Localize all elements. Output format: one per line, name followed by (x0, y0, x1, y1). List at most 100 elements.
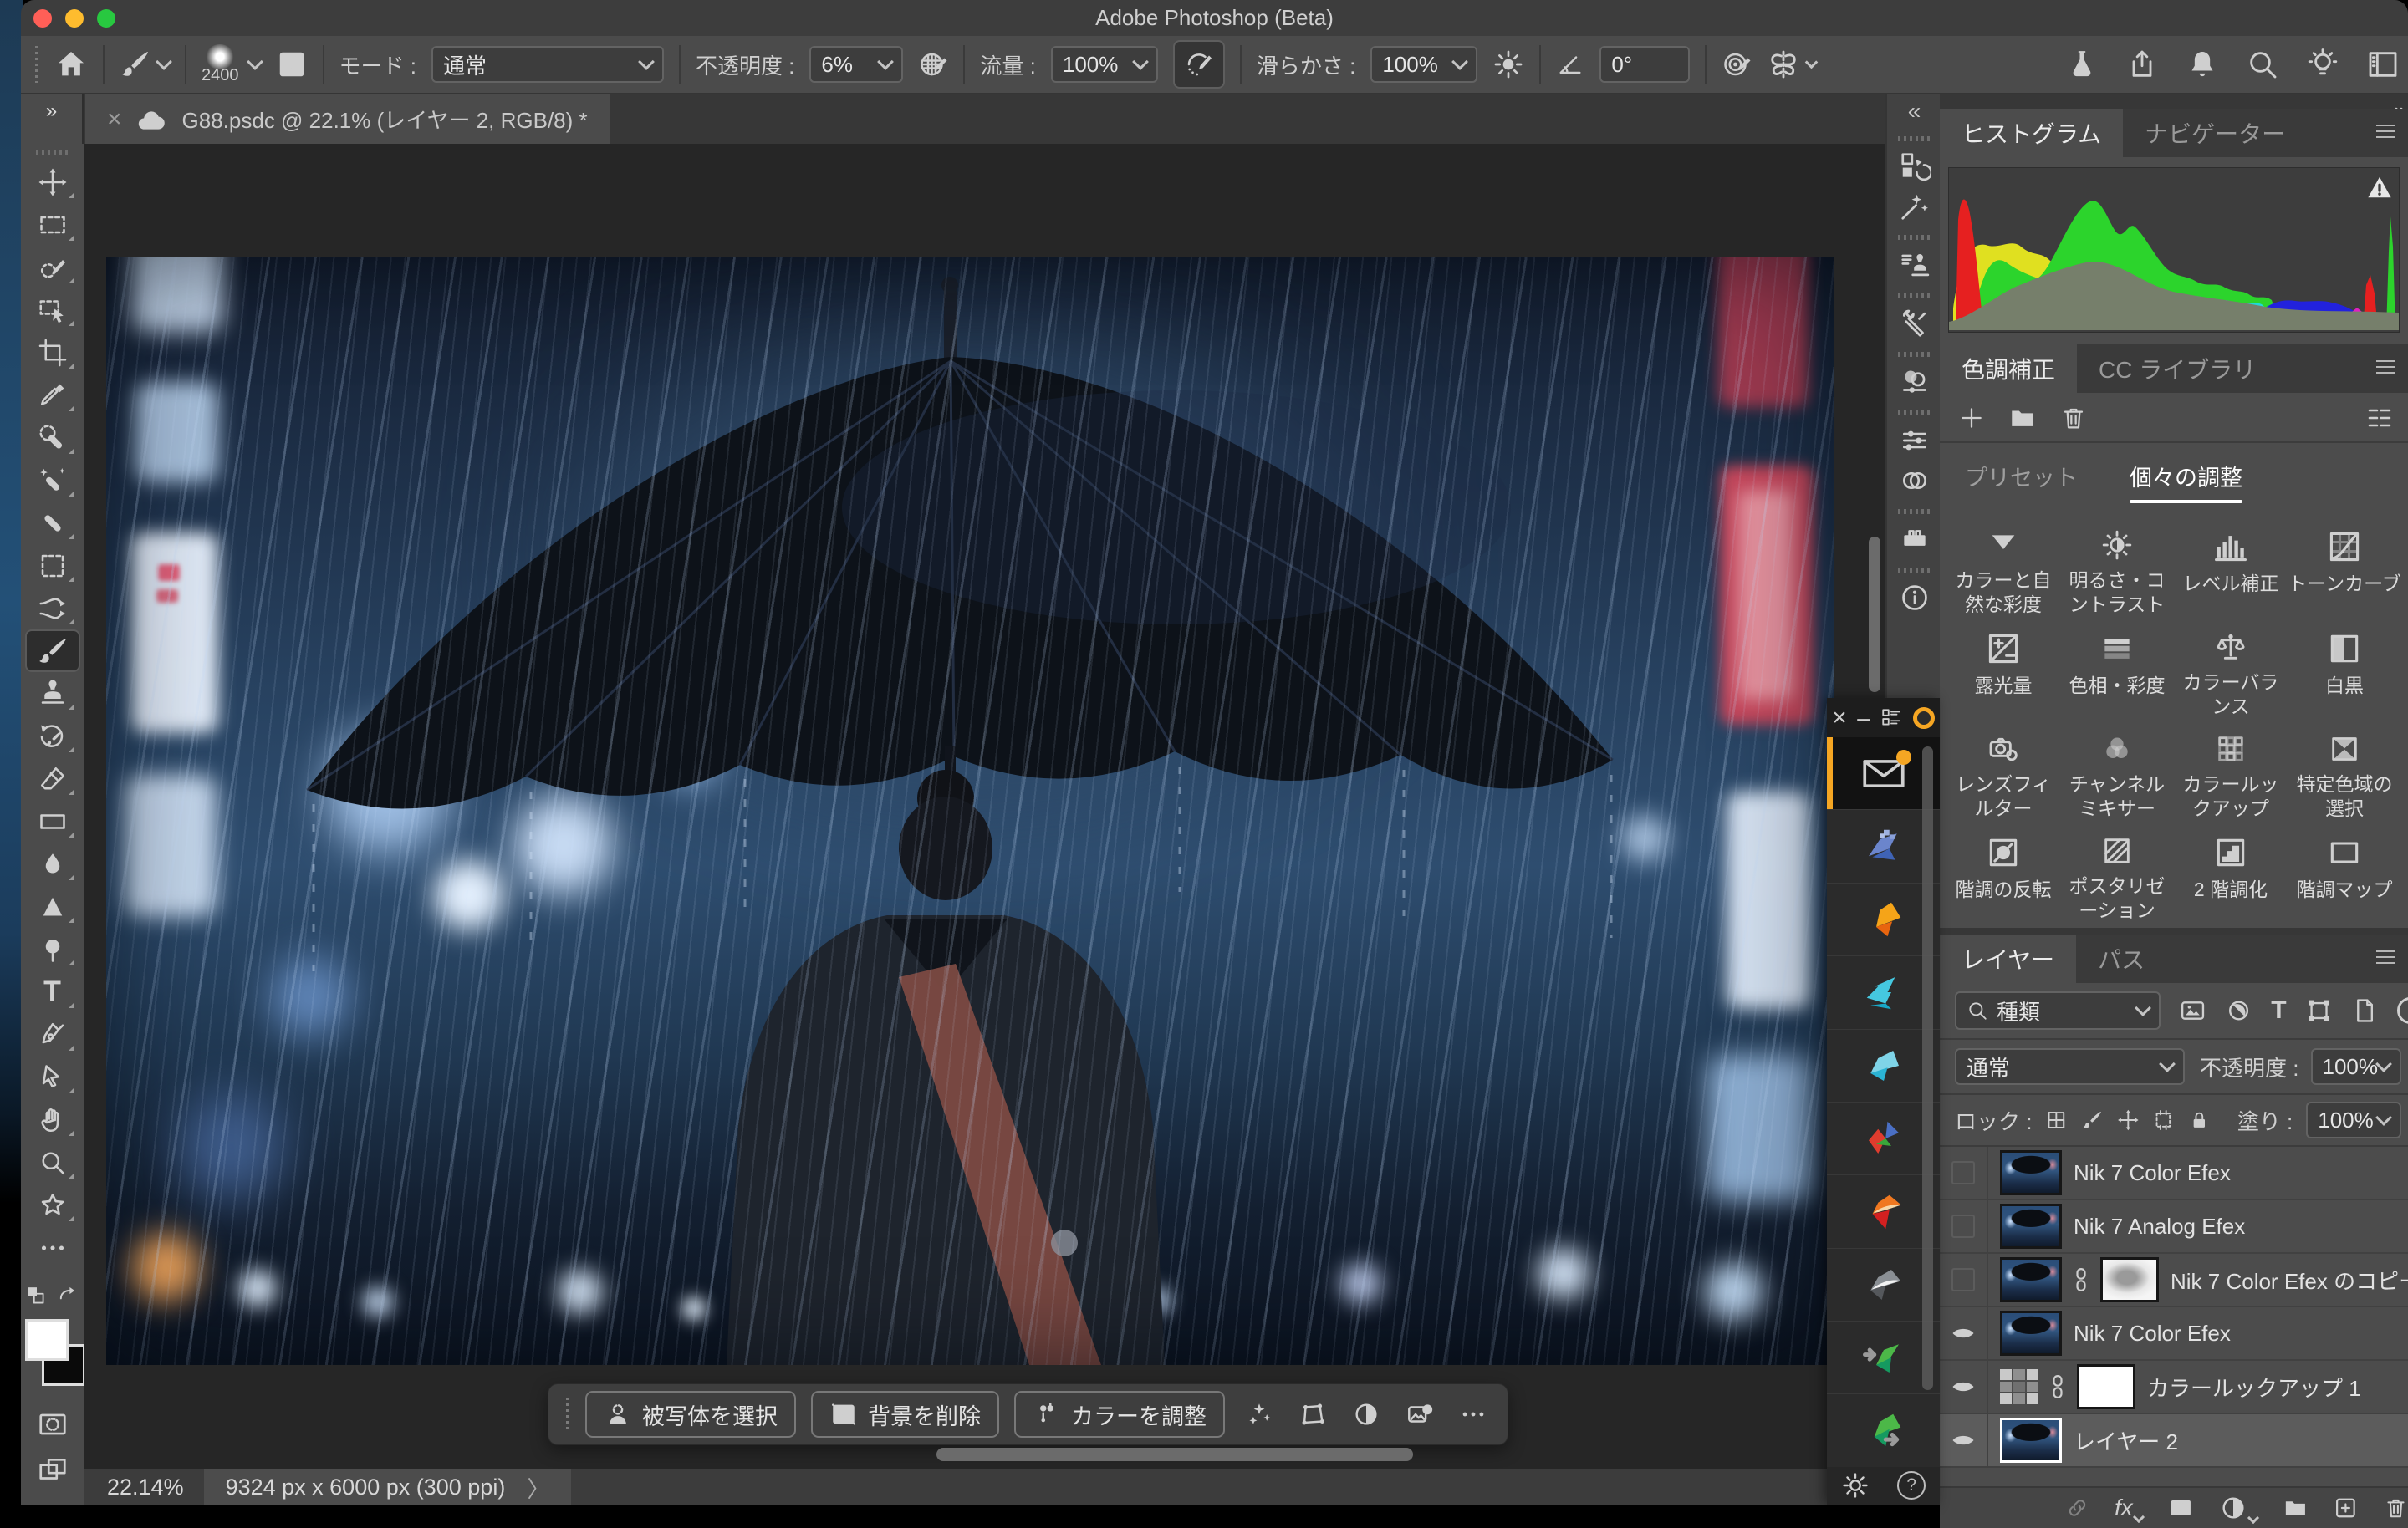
adjustment-channel-mixer[interactable]: チャンネルミキサー (2060, 719, 2174, 821)
tool-zoom[interactable] (25, 1141, 80, 1184)
close-window-button[interactable] (33, 9, 52, 28)
tool-eraser[interactable] (25, 757, 80, 800)
notifications-bell-icon[interactable] (2186, 48, 2219, 81)
layer-fill-input[interactable]: 100% (2306, 1102, 2401, 1138)
adjustment-posterize[interactable]: ポスタリゼーション (2060, 821, 2174, 923)
share-icon[interactable] (2125, 48, 2159, 81)
new-adjustment-icon[interactable] (2219, 1494, 2258, 1522)
screen-mode-toggle[interactable] (25, 1449, 80, 1491)
adjustment-threshold[interactable]: 2 階調化 (2174, 821, 2288, 923)
delete-layer-icon[interactable] (2384, 1495, 2408, 1521)
canvas-area[interactable]: 被写体を選択 背景を削除 カラーを調整 22.14% 9324 px x 600… (84, 144, 1885, 1505)
contextual-taskbar[interactable]: 被写体を選択 背景を削除 カラーを調整 (548, 1383, 1508, 1445)
add-icon[interactable] (1958, 405, 1985, 431)
tab-histogram[interactable]: ヒストグラム (1940, 109, 2123, 157)
smoothing-input[interactable]: 100% (1370, 46, 1477, 83)
tool-history-brush[interactable] (25, 715, 80, 757)
more-options-icon[interactable] (1454, 1393, 1492, 1436)
history-icon[interactable] (1894, 146, 1936, 186)
visibility-toggle[interactable] (1940, 1200, 1988, 1252)
adjustment-color-balance[interactable]: カラーバランス (2174, 617, 2288, 719)
vertical-scrollbar[interactable] (1869, 537, 1880, 692)
tools-icon[interactable] (1894, 303, 1936, 344)
layer-row[interactable]: Nik 7 Color Efex のコピー (1940, 1254, 2408, 1307)
visibility-toggle[interactable] (1940, 1361, 1988, 1413)
adjustment-gradient-map[interactable]: 階調マップ (2288, 821, 2401, 923)
panel-menu-icon[interactable] (2376, 956, 2395, 958)
adjustment-black-white[interactable]: 白黒 (2288, 617, 2401, 719)
subtab-presets[interactable]: プリセット (1962, 460, 2081, 503)
adjustment-vibrance[interactable]: カラーと自然な彩度 (1946, 515, 2060, 617)
document-info[interactable]: 9324 px x 6000 px (300 ppi) 〉 (204, 1469, 572, 1505)
options-grip[interactable] (33, 46, 39, 83)
layer-opacity-input[interactable]: 100% (2311, 1048, 2402, 1085)
mask-link-icon[interactable] (2050, 1373, 2065, 1400)
status-chevron-icon[interactable]: 〉 (527, 1471, 549, 1504)
nik-item-export[interactable] (1827, 1394, 1940, 1466)
chevron-down-icon[interactable] (247, 53, 263, 70)
lock-transparent-icon[interactable] (2045, 1108, 2068, 1132)
tool-remove[interactable] (25, 459, 80, 502)
layer-thumbnail[interactable] (2000, 1150, 2062, 1195)
help-icon[interactable]: ? (1897, 1471, 1926, 1500)
adjustment-levels[interactable]: レベル補正 (2174, 515, 2288, 617)
toolbar-collapse-button[interactable]: » (21, 94, 84, 144)
adjustment-half-icon[interactable] (1347, 1393, 1385, 1436)
horizontal-scrollbar[interactable] (936, 1448, 1413, 1461)
symmetry-butterfly-toggle[interactable] (1767, 48, 1816, 81)
tool-type[interactable]: T (25, 970, 80, 1013)
adjustment-selective-color[interactable]: 特定色域の選択 (2288, 719, 2401, 821)
tool-path-select[interactable] (25, 1056, 80, 1098)
smoothing-options-gear[interactable] (1492, 48, 1524, 80)
adjustment-brightness-contrast[interactable]: 明るさ・コントラスト (2060, 515, 2174, 617)
home-button[interactable] (54, 48, 88, 81)
visibility-toggle[interactable] (1940, 1147, 1988, 1199)
adjustment-invert[interactable]: 階調の反転 (1946, 821, 2060, 923)
patterns-icon[interactable] (1894, 519, 1936, 559)
adjustment-filter-icon[interactable] (2225, 996, 2252, 1025)
layer-row[interactable]: カラールックアップ 1 (1940, 1361, 2408, 1414)
trash-icon[interactable] (2060, 405, 2087, 431)
tool-sharpen[interactable] (25, 885, 80, 928)
layer-filter-select[interactable]: 種類 (1955, 991, 2161, 1030)
layer-row[interactable]: Nik 7 Analog Efex (1940, 1200, 2408, 1254)
pressure-opacity-toggle[interactable] (918, 49, 948, 79)
tab-paths[interactable]: パス (2076, 935, 2166, 983)
layer-row[interactable]: Nik 7 Color Efex (1940, 1147, 2408, 1200)
tool-eyedropper[interactable] (25, 374, 80, 416)
tool-clone-stamp[interactable] (25, 672, 80, 715)
tab-navigator[interactable]: ナビゲーター (2123, 109, 2307, 157)
tab-layers[interactable]: レイヤー (1940, 935, 2076, 983)
workspace-icon[interactable] (2366, 48, 2400, 81)
quick-mask-toggle[interactable] (25, 1403, 80, 1445)
shape-filter-icon[interactable] (2305, 996, 2333, 1025)
tab-adjustments[interactable]: 色調補正 (1940, 344, 2077, 393)
default-colors-icon[interactable] (26, 1286, 48, 1307)
tool-frame[interactable] (25, 544, 80, 587)
nik-scrollbar[interactable] (1922, 746, 1933, 1390)
smart-object-filter-icon[interactable] (2351, 996, 2379, 1025)
layer-thumbnail[interactable] (2000, 1257, 2062, 1302)
pan​el-menu-icon[interactable] (2376, 130, 2395, 132)
new-group-icon[interactable] (2283, 1494, 2309, 1522)
tool-selection-brush[interactable] (25, 246, 80, 288)
collapse-panels-icon[interactable]: « (1908, 94, 1921, 128)
adjustment-curves[interactable]: トーンカーブ (2288, 515, 2401, 617)
minimize-window-button[interactable] (65, 9, 84, 28)
panel-menu-icon[interactable] (2376, 366, 2395, 368)
settings-icon[interactable] (1880, 707, 1902, 729)
color-swatches[interactable] (23, 1319, 82, 1388)
pressure-size-toggle[interactable] (1722, 49, 1752, 79)
lock-all-icon[interactable] (2188, 1108, 2211, 1132)
toolbar-grip[interactable] (36, 150, 69, 155)
document-canvas[interactable] (106, 257, 1834, 1365)
layer-mask-thumbnail[interactable] (2077, 1364, 2135, 1409)
info-icon[interactable] (1894, 578, 1936, 618)
adjustment-exposure[interactable]: 露光量 (1946, 617, 2060, 719)
tool-gradient[interactable] (25, 800, 80, 843)
new-layer-icon[interactable] (2333, 1494, 2359, 1522)
visibility-toggle[interactable] (1940, 1307, 1988, 1359)
discover-bulb-icon[interactable] (2306, 48, 2339, 81)
opacity-input[interactable]: 6% (809, 46, 903, 83)
foreground-color-swatch[interactable] (25, 1319, 69, 1361)
